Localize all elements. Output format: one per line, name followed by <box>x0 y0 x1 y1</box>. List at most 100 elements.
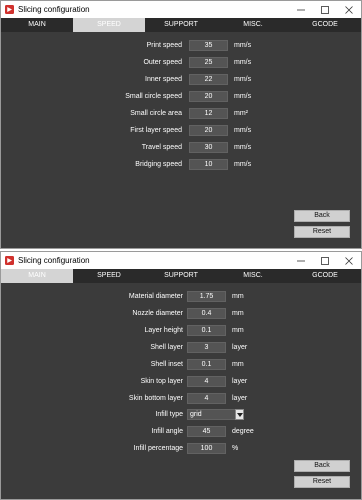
field-input[interactable]: 10 <box>189 159 228 170</box>
field-outer-speed: Outer speed 25 mm/s <box>1 57 361 69</box>
tab-bar: MAIN SPEED SUPPORT MISC. GCODE <box>1 18 361 32</box>
minimize-button[interactable] <box>289 1 313 18</box>
field-label: Outer speed <box>143 59 182 66</box>
field-label: Infill type <box>155 411 183 418</box>
field-unit: layer <box>232 344 248 351</box>
field-print-speed: Print speed 35 mm/s <box>1 40 361 52</box>
field-label: Material diameter <box>128 293 183 300</box>
field-input[interactable]: 0.1 <box>187 359 226 370</box>
field-input[interactable]: 0.1 <box>187 325 226 336</box>
field-unit: mm² <box>234 110 248 117</box>
tab-misc[interactable]: MISC. <box>217 269 289 283</box>
field-input[interactable]: 4 <box>187 393 226 404</box>
field-unit: mm/s <box>234 76 252 83</box>
field-input[interactable]: 20 <box>189 125 228 136</box>
window-title: Slicing configuration <box>18 256 90 265</box>
infill-type-value: grid <box>190 411 202 418</box>
field-input[interactable]: 4 <box>187 376 226 387</box>
field-label: Shell layer <box>150 344 183 351</box>
tab-speed[interactable]: SPEED <box>73 269 145 283</box>
title-bar: Slicing configuration <box>1 252 361 269</box>
tab-gcode[interactable]: GCODE <box>289 18 361 32</box>
maximize-icon <box>321 256 329 265</box>
field-unit: layer <box>232 395 248 402</box>
field-input[interactable]: 35 <box>189 40 228 51</box>
field-material-diameter: Material diameter 1.75 mm <box>1 291 361 303</box>
field-small-circle-area: Small circle area 12 mm² <box>1 108 361 120</box>
close-button[interactable] <box>337 252 361 269</box>
close-icon <box>345 256 353 265</box>
field-unit: mm/s <box>234 42 252 49</box>
field-unit: mm/s <box>234 59 252 66</box>
field-input[interactable]: 0.4 <box>187 308 226 319</box>
field-infill-angle: Infill angle 45 degree <box>1 426 361 438</box>
field-inner-speed: Inner speed 22 mm/s <box>1 74 361 86</box>
field-label: Nozzle diameter <box>132 310 183 317</box>
infill-type-select[interactable]: grid <box>187 409 244 420</box>
field-input[interactable]: 12 <box>189 108 228 119</box>
close-icon <box>345 5 353 14</box>
field-nozzle-diameter: Nozzle diameter 0.4 mm <box>1 308 361 320</box>
field-unit: mm/s <box>234 161 252 168</box>
field-unit: mm/s <box>234 144 252 151</box>
field-input[interactable]: 45 <box>187 426 226 437</box>
close-button[interactable] <box>337 1 361 18</box>
back-button[interactable]: Back <box>294 210 350 222</box>
field-label: Small circle area <box>130 110 182 117</box>
back-button[interactable]: Back <box>294 460 350 472</box>
field-input[interactable]: 3 <box>187 342 226 353</box>
field-label: Small circle speed <box>125 93 182 100</box>
title-bar: Slicing configuration <box>1 1 361 18</box>
tab-support[interactable]: SUPPORT <box>145 18 217 32</box>
minimize-icon <box>297 9 305 10</box>
field-unit: mm/s <box>234 127 252 134</box>
field-unit: mm <box>232 361 244 368</box>
reset-button[interactable]: Reset <box>294 476 350 488</box>
field-input[interactable]: 100 <box>187 443 226 454</box>
tab-speed[interactable]: SPEED <box>73 18 145 32</box>
tab-misc[interactable]: MISC. <box>217 18 289 32</box>
window-title: Slicing configuration <box>18 5 90 14</box>
field-shell-layer: Shell layer 3 layer <box>1 342 361 354</box>
field-unit: mm <box>232 293 244 300</box>
field-bridging-speed: Bridging speed 10 mm/s <box>1 159 361 171</box>
field-unit: mm <box>232 310 244 317</box>
field-label: Shell inset <box>150 361 183 368</box>
maximize-icon <box>321 5 329 14</box>
app-logo-icon <box>5 5 14 14</box>
field-layer-height: Layer height 0.1 mm <box>1 325 361 337</box>
field-infill-percentage: Infill percentage 100 % <box>1 443 361 455</box>
field-label: First layer speed <box>130 127 182 134</box>
field-unit: % <box>232 445 239 452</box>
tab-main[interactable]: MAIN <box>1 269 73 283</box>
maximize-button[interactable] <box>313 252 337 269</box>
minimize-button[interactable] <box>289 252 313 269</box>
field-label: Inner speed <box>145 76 182 83</box>
tab-bar: MAIN SPEED SUPPORT MISC. GCODE <box>1 269 361 283</box>
field-input[interactable]: 30 <box>189 142 228 153</box>
field-label: Infill angle <box>151 428 183 435</box>
tab-gcode[interactable]: GCODE <box>289 269 361 283</box>
field-skin-bottom-layer: Skin bottom layer 4 layer <box>1 393 361 405</box>
maximize-button[interactable] <box>313 1 337 18</box>
field-input[interactable]: 25 <box>189 57 228 68</box>
field-shell-inset: Shell inset 0.1 mm <box>1 359 361 371</box>
field-unit: mm <box>232 327 244 334</box>
minimize-icon <box>297 260 305 261</box>
field-label: Travel speed <box>141 144 182 151</box>
field-input[interactable]: 20 <box>189 91 228 102</box>
reset-button[interactable]: Reset <box>294 226 350 238</box>
tab-support[interactable]: SUPPORT <box>145 269 217 283</box>
field-input[interactable]: 1.75 <box>187 291 226 302</box>
field-skin-top-layer: Skin top layer 4 layer <box>1 376 361 388</box>
slicing-config-window-main: Slicing configuration MAIN SPEED SUPPORT… <box>0 251 362 500</box>
chevron-down-icon <box>237 413 243 417</box>
field-infill-type: Infill type grid <box>1 409 361 421</box>
field-label: Infill percentage <box>133 445 183 452</box>
field-unit: degree <box>232 428 254 435</box>
field-input[interactable]: 22 <box>189 74 228 85</box>
dropdown-toggle[interactable] <box>235 409 244 420</box>
field-unit: mm/s <box>234 93 252 100</box>
field-unit: layer <box>232 378 248 385</box>
tab-main[interactable]: MAIN <box>1 18 73 32</box>
